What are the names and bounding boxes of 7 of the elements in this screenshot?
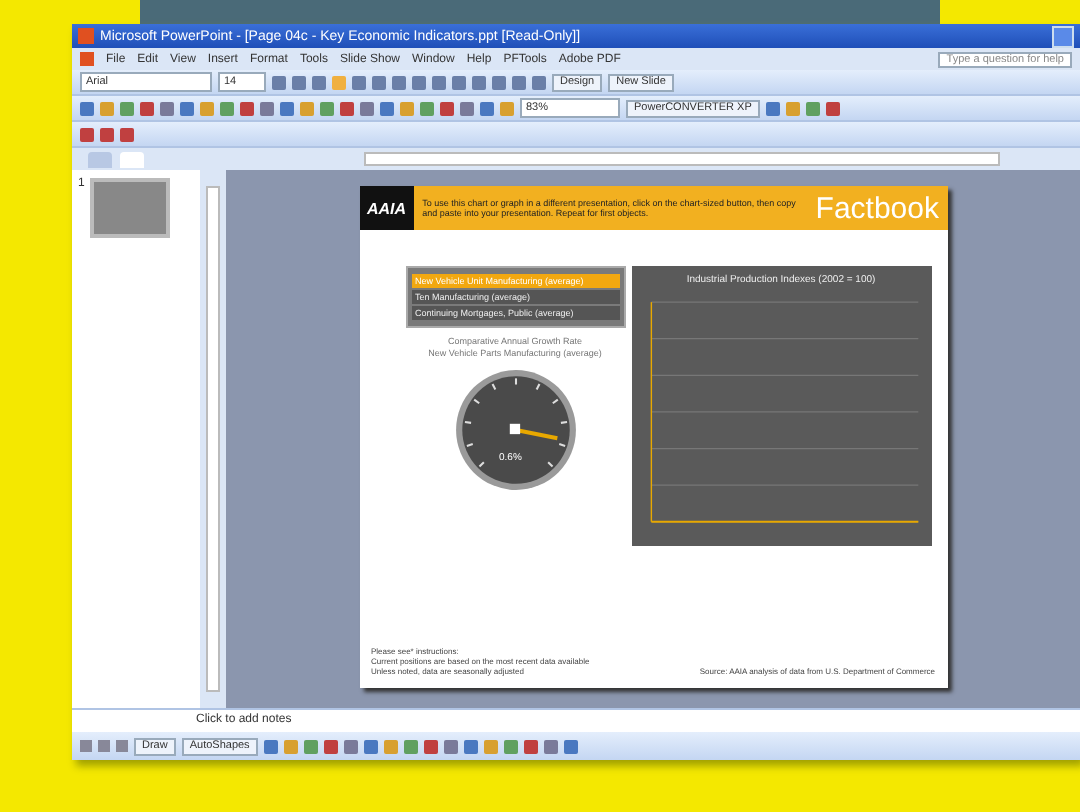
minimize-button[interactable]: [1052, 25, 1074, 47]
slide-thumbnail[interactable]: [90, 178, 171, 238]
brand-title: Factbook: [815, 191, 939, 225]
document-icon: [80, 52, 94, 66]
app-icon: [78, 28, 94, 44]
gauge-dial-drawing: [453, 368, 577, 492]
logo: AAIA: [359, 186, 415, 230]
